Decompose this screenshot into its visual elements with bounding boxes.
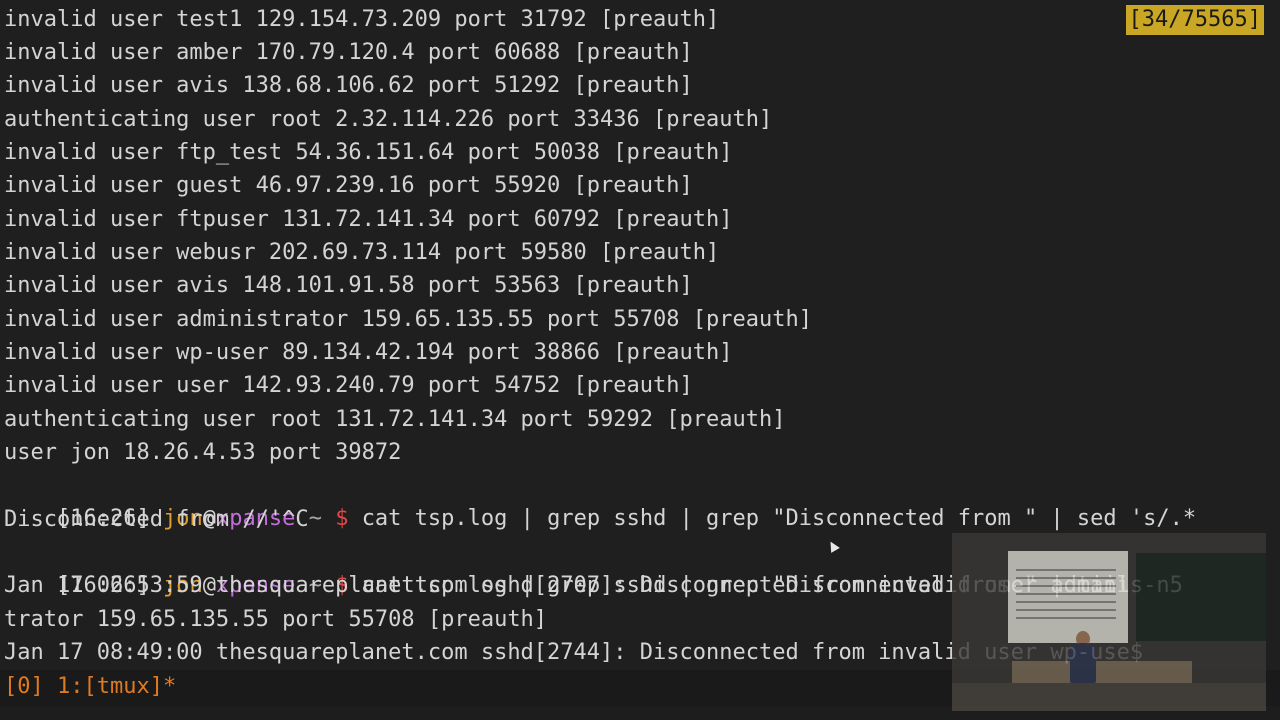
webcam-overlay bbox=[952, 533, 1266, 711]
webcam-person bbox=[1070, 643, 1096, 683]
log-line: invalid user administrator 159.65.135.55… bbox=[4, 307, 812, 332]
shell-prompt-line: [16:26] jon@xpanse ~ $ cat tsp.log | gre… bbox=[4, 469, 1196, 531]
log-line: authenticating user root 2.32.114.226 po… bbox=[4, 107, 773, 132]
prompt-symbol: $ bbox=[335, 506, 349, 531]
log-line: invalid user webusr 202.69.73.114 port 5… bbox=[4, 240, 720, 265]
log-line: invalid user user 142.93.240.79 port 547… bbox=[4, 373, 693, 398]
log-line: invalid user avis 138.68.106.62 port 512… bbox=[4, 73, 693, 98]
log-line: user jon 18.26.4.53 port 39872 bbox=[4, 440, 402, 465]
log-line: invalid user guest 46.97.239.16 port 559… bbox=[4, 173, 693, 198]
log-line: invalid user test1 129.154.73.209 port 3… bbox=[4, 7, 720, 32]
log-line: invalid user ftp_test 54.36.151.64 port … bbox=[4, 140, 733, 165]
log-line: invalid user wp-user 89.134.42.194 port … bbox=[4, 340, 733, 365]
tmux-window-list[interactable]: [0] 1:[tmux]* bbox=[4, 670, 176, 703]
output-line: trator 159.65.135.55 port 55708 [preauth… bbox=[4, 607, 548, 632]
shell-command: cat tsp.log | grep sshd | grep "Disconne… bbox=[361, 506, 1197, 531]
log-line: invalid user avis 148.101.91.58 port 535… bbox=[4, 273, 693, 298]
prompt-cwd: ~ bbox=[308, 506, 322, 531]
log-line: invalid user ftpuser 131.72.141.34 port … bbox=[4, 207, 733, 232]
shell-command-wrap: Disconnected from //'^C bbox=[4, 507, 309, 532]
log-line: invalid user amber 170.79.120.4 port 606… bbox=[4, 40, 693, 65]
webcam-desk bbox=[1012, 661, 1192, 683]
webcam-projected-text bbox=[1016, 563, 1116, 623]
pager-position-badge: [34/75565] bbox=[1125, 5, 1264, 35]
log-line: authenticating user root 131.72.141.34 p… bbox=[4, 407, 786, 432]
webcam-floor bbox=[952, 683, 1266, 711]
webcam-chalkboard bbox=[1136, 553, 1266, 641]
